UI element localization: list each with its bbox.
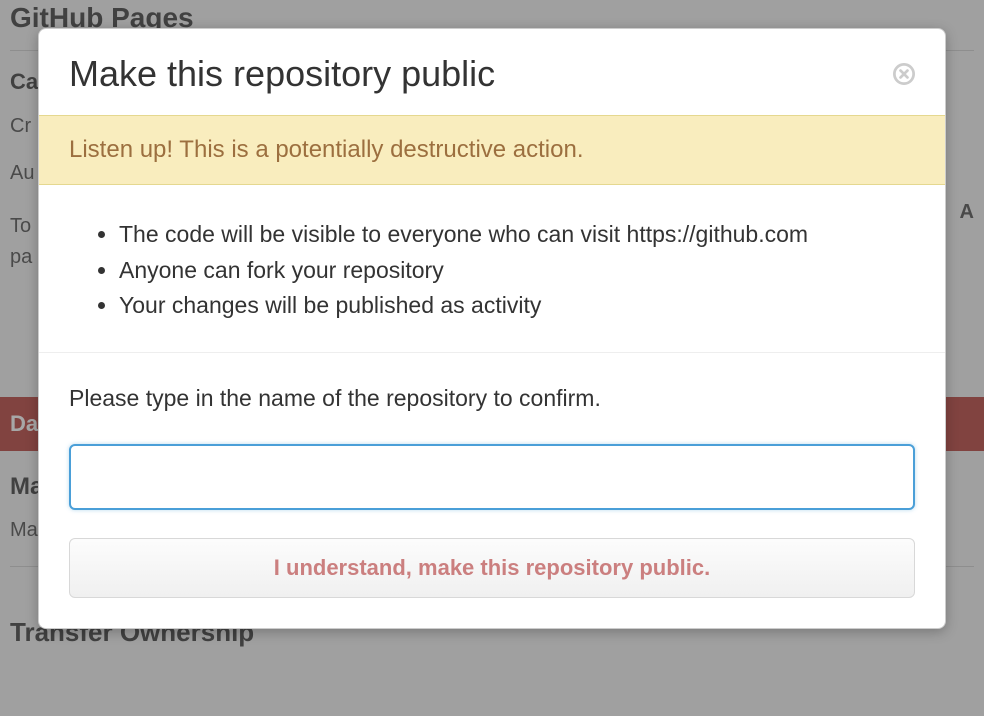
close-icon[interactable] xyxy=(893,63,915,85)
modal-body: The code will be visible to everyone who… xyxy=(39,185,945,353)
make-public-modal: Make this repository public Listen up! T… xyxy=(38,28,946,629)
modal-title: Make this repository public xyxy=(69,53,495,95)
warning-text: Listen up! This is a potentially destruc… xyxy=(69,136,584,163)
list-item: Your changes will be published as activi… xyxy=(119,288,915,324)
confirm-make-public-button[interactable]: I understand, make this repository publi… xyxy=(69,538,915,598)
warning-banner: Listen up! This is a potentially destruc… xyxy=(39,115,945,185)
modal-header: Make this repository public xyxy=(39,29,945,115)
confirm-instruction: Please type in the name of the repositor… xyxy=(69,385,915,412)
repository-name-input[interactable] xyxy=(69,444,915,510)
modal-confirm-section: Please type in the name of the repositor… xyxy=(39,353,945,628)
list-item: Anyone can fork your repository xyxy=(119,253,915,289)
list-item: The code will be visible to everyone who… xyxy=(119,217,915,253)
consequences-list: The code will be visible to everyone who… xyxy=(69,217,915,324)
